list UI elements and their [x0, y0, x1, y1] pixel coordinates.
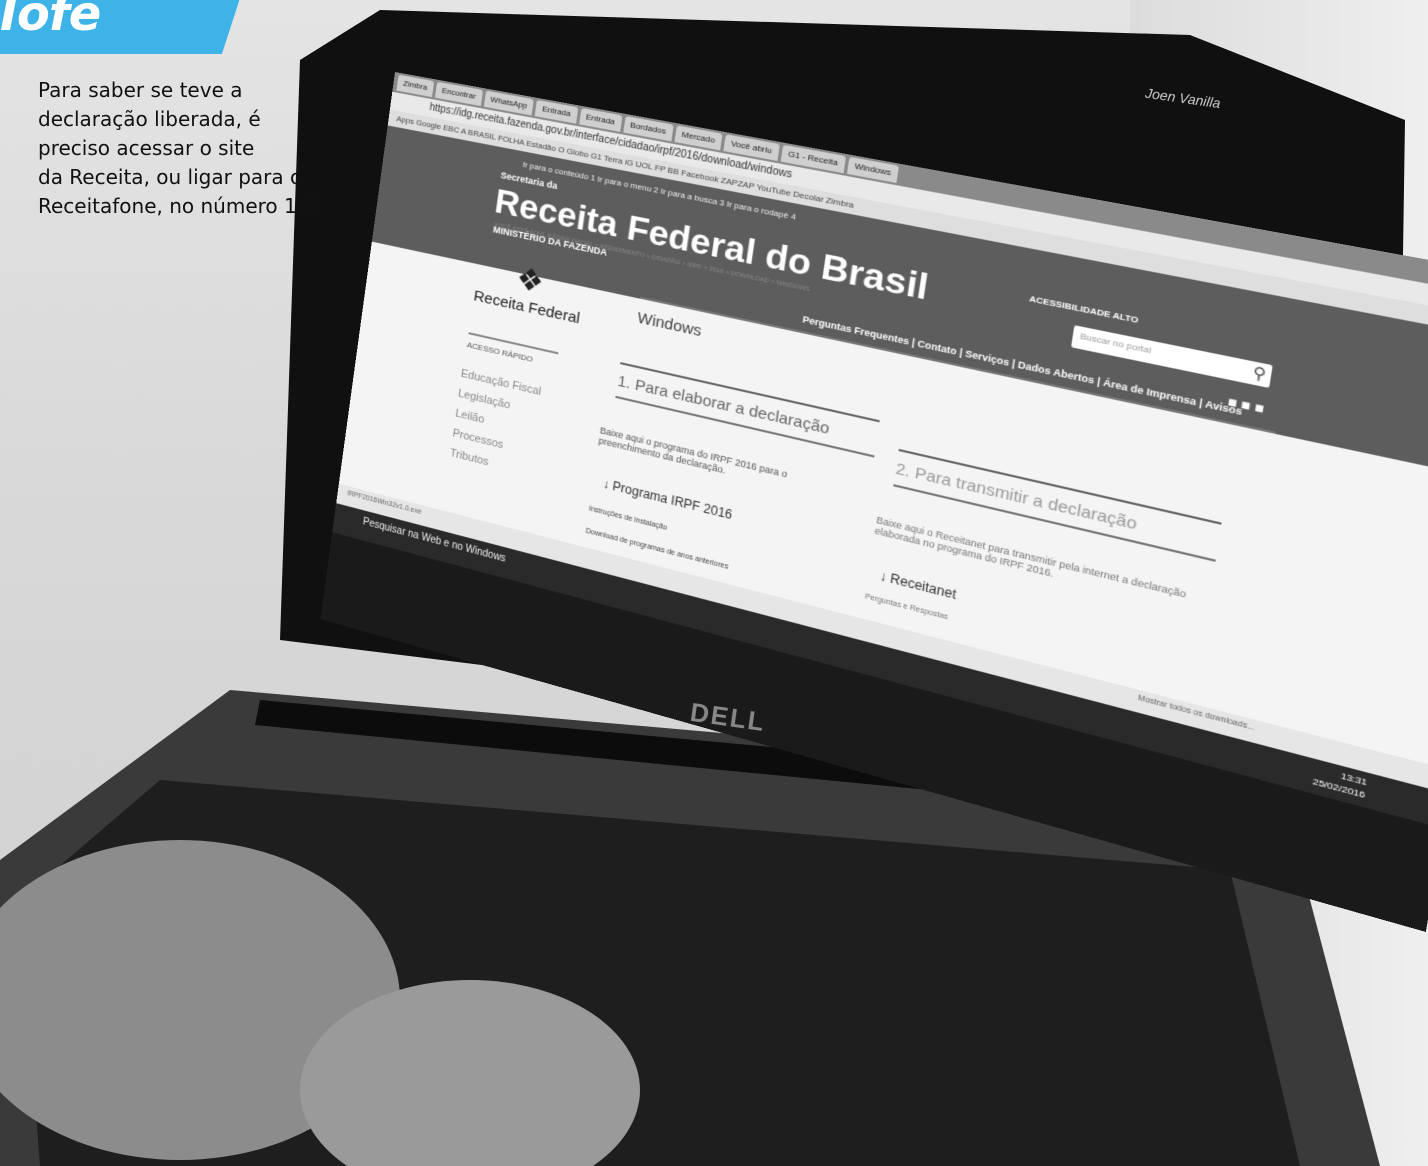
- download-receitanet-label: Receitanet: [889, 570, 958, 603]
- caption-line: preciso acessar o site: [38, 136, 255, 160]
- download-receitanet-link[interactable]: ↓ Receitanet: [879, 568, 957, 602]
- caption-line: da Receita, ou ligar para o: [38, 165, 303, 189]
- caption-line: Receitafone, no número 146: [38, 194, 323, 218]
- search-icon[interactable]: ⚲: [1251, 363, 1267, 385]
- facebook-icon[interactable]: ■: [1253, 399, 1265, 417]
- quick-access-list: Educação Fiscal Legislação Leilão Proces…: [449, 364, 543, 483]
- quick-access-title: ACESSO RÁPIDO: [466, 332, 559, 370]
- section-tag-label: Iofe: [0, 0, 101, 42]
- caption-line: declaração liberada, é: [38, 107, 261, 131]
- photo-caption: Para saber se teve a declaração liberada…: [38, 76, 328, 221]
- search-placeholder: Buscar no portal: [1079, 331, 1152, 356]
- accessibility-links[interactable]: ACESSIBILIDADE ALTO: [1029, 294, 1140, 326]
- caption-line: Para saber se teve a: [38, 78, 243, 102]
